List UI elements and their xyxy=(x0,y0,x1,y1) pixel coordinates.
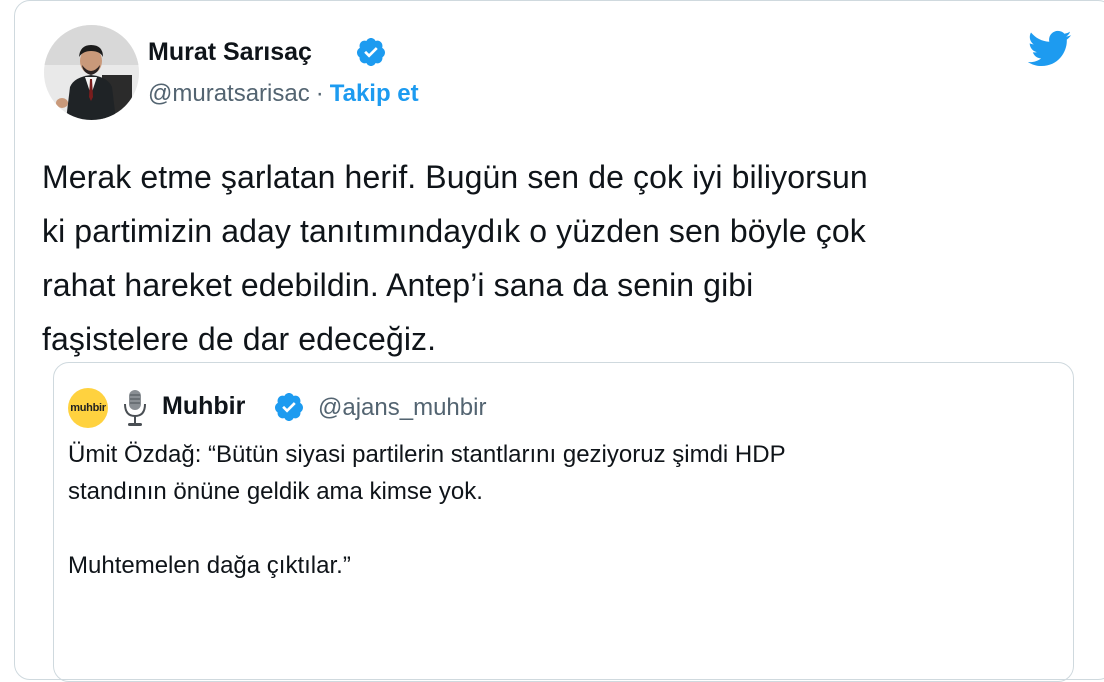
twitter-bird-icon[interactable] xyxy=(1028,30,1072,68)
follow-button[interactable]: Takip et xyxy=(330,80,419,107)
quoted-author-handle[interactable]: @ajans_muhbir xyxy=(318,394,486,422)
verified-badge-icon xyxy=(356,38,385,66)
separator-dot: · xyxy=(315,80,324,107)
quoted-author-avatar[interactable]: muhbir xyxy=(68,388,108,428)
author-handle-row: @muratsarisac · Takip et xyxy=(148,80,419,108)
verified-badge-icon xyxy=(274,393,303,421)
quoted-author-name[interactable]: Muhbir xyxy=(162,392,245,421)
quoted-tweet-text: Ümit Özdağ: “Bütün siyasi partilerin sta… xyxy=(68,441,786,579)
quoted-avatar-label: muhbir xyxy=(70,402,106,414)
author-name[interactable]: Murat Sarısaç xyxy=(148,38,312,67)
author-handle[interactable]: @muratsarisac xyxy=(148,80,310,107)
tweet-text: Merak etme şarlatan herif. Bugün sen de … xyxy=(42,159,868,357)
microphone-emoji-icon xyxy=(124,390,146,426)
author-avatar[interactable] xyxy=(44,25,139,120)
